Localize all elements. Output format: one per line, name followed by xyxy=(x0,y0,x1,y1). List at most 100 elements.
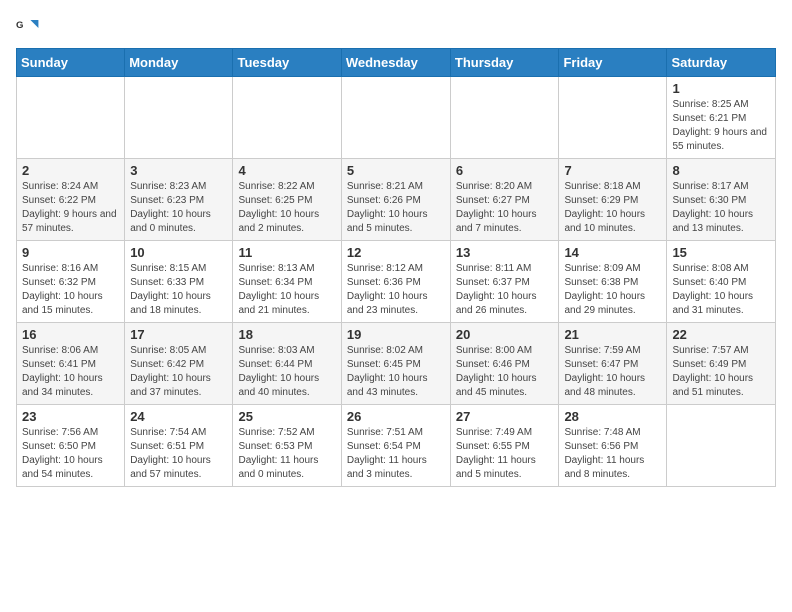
day-number: 20 xyxy=(456,327,554,342)
day-cell xyxy=(17,77,125,159)
day-cell: 1 Sunrise: 8:25 AM Sunset: 6:21 PM Daylig… xyxy=(667,77,776,159)
day-cell: 19 Sunrise: 8:02 AM Sunset: 6:45 PM Dayli… xyxy=(341,323,450,405)
day-number: 12 xyxy=(347,245,445,260)
day-cell: 26 Sunrise: 7:51 AM Sunset: 6:54 PM Dayli… xyxy=(341,405,450,487)
day-number: 8 xyxy=(672,163,770,178)
day-info: Sunrise: 7:51 AM Sunset: 6:54 PM Dayligh… xyxy=(347,426,445,482)
day-number: 11 xyxy=(238,245,335,260)
day-info: Sunrise: 8:06 AM Sunset: 6:41 PM Dayligh… xyxy=(22,344,119,400)
weekday-header-row: SundayMondayTuesdayWednesdayThursdayFrid… xyxy=(17,49,776,77)
weekday-header-wednesday: Wednesday xyxy=(341,49,450,77)
day-cell: 6 Sunrise: 8:20 AM Sunset: 6:27 PM Daylig… xyxy=(450,159,559,241)
day-number: 23 xyxy=(22,409,119,424)
logo: G xyxy=(16,16,44,40)
day-cell: 12 Sunrise: 8:12 AM Sunset: 6:36 PM Dayli… xyxy=(341,241,450,323)
day-cell: 21 Sunrise: 7:59 AM Sunset: 6:47 PM Dayli… xyxy=(559,323,667,405)
day-info: Sunrise: 7:48 AM Sunset: 6:56 PM Dayligh… xyxy=(564,426,661,482)
day-cell xyxy=(125,77,233,159)
day-number: 17 xyxy=(130,327,227,342)
day-cell: 9Sunrise: 8:16 AM Sunset: 6:32 PM Daylig… xyxy=(17,241,125,323)
day-info: Sunrise: 7:57 AM Sunset: 6:49 PM Dayligh… xyxy=(672,344,770,400)
day-number: 27 xyxy=(456,409,554,424)
week-row-5: 23 Sunrise: 7:56 AM Sunset: 6:50 PM Dayli… xyxy=(17,405,776,487)
day-info: Sunrise: 8:18 AM Sunset: 6:29 PM Dayligh… xyxy=(564,180,661,236)
day-cell: 16 Sunrise: 8:06 AM Sunset: 6:41 PM Dayli… xyxy=(17,323,125,405)
logo-icon: G xyxy=(16,16,40,40)
day-cell: 3 Sunrise: 8:23 AM Sunset: 6:23 PM Daylig… xyxy=(125,159,233,241)
day-number: 26 xyxy=(347,409,445,424)
week-row-4: 16 Sunrise: 8:06 AM Sunset: 6:41 PM Dayli… xyxy=(17,323,776,405)
day-cell: 4 Sunrise: 8:22 AM Sunset: 6:25 PM Daylig… xyxy=(233,159,341,241)
day-cell: 23 Sunrise: 7:56 AM Sunset: 6:50 PM Dayli… xyxy=(17,405,125,487)
day-info: Sunrise: 8:09 AM Sunset: 6:38 PM Dayligh… xyxy=(564,262,661,318)
day-number: 21 xyxy=(564,327,661,342)
header: G xyxy=(16,16,776,40)
day-info: Sunrise: 8:24 AM Sunset: 6:22 PM Dayligh… xyxy=(22,180,119,236)
day-cell xyxy=(559,77,667,159)
weekday-header-saturday: Saturday xyxy=(667,49,776,77)
day-cell: 27 Sunrise: 7:49 AM Sunset: 6:55 PM Dayli… xyxy=(450,405,559,487)
day-info: Sunrise: 8:11 AM Sunset: 6:37 PM Dayligh… xyxy=(456,262,554,318)
day-info: Sunrise: 7:56 AM Sunset: 6:50 PM Dayligh… xyxy=(22,426,119,482)
day-cell: 28 Sunrise: 7:48 AM Sunset: 6:56 PM Dayli… xyxy=(559,405,667,487)
weekday-header-friday: Friday xyxy=(559,49,667,77)
day-number: 10 xyxy=(130,245,227,260)
day-cell: 7 Sunrise: 8:18 AM Sunset: 6:29 PM Daylig… xyxy=(559,159,667,241)
day-number: 6 xyxy=(456,163,554,178)
day-cell: 17 Sunrise: 8:05 AM Sunset: 6:42 PM Dayli… xyxy=(125,323,233,405)
day-info: Sunrise: 7:59 AM Sunset: 6:47 PM Dayligh… xyxy=(564,344,661,400)
day-info: Sunrise: 8:25 AM Sunset: 6:21 PM Dayligh… xyxy=(672,98,770,154)
day-info: Sunrise: 8:15 AM Sunset: 6:33 PM Dayligh… xyxy=(130,262,227,318)
day-info: Sunrise: 8:20 AM Sunset: 6:27 PM Dayligh… xyxy=(456,180,554,236)
day-number: 1 xyxy=(672,81,770,96)
day-number: 19 xyxy=(347,327,445,342)
day-info: Sunrise: 8:08 AM Sunset: 6:40 PM Dayligh… xyxy=(672,262,770,318)
day-info: Sunrise: 8:03 AM Sunset: 6:44 PM Dayligh… xyxy=(238,344,335,400)
day-number: 7 xyxy=(564,163,661,178)
day-number: 24 xyxy=(130,409,227,424)
day-number: 4 xyxy=(238,163,335,178)
day-number: 2 xyxy=(22,163,119,178)
day-cell: 11Sunrise: 8:13 AM Sunset: 6:34 PM Dayli… xyxy=(233,241,341,323)
day-number: 5 xyxy=(347,163,445,178)
weekday-header-monday: Monday xyxy=(125,49,233,77)
day-info: Sunrise: 8:22 AM Sunset: 6:25 PM Dayligh… xyxy=(238,180,335,236)
calendar: SundayMondayTuesdayWednesdayThursdayFrid… xyxy=(16,48,776,487)
day-cell: 14 Sunrise: 8:09 AM Sunset: 6:38 PM Dayli… xyxy=(559,241,667,323)
day-cell: 20 Sunrise: 8:00 AM Sunset: 6:46 PM Dayli… xyxy=(450,323,559,405)
day-number: 25 xyxy=(238,409,335,424)
day-info: Sunrise: 8:21 AM Sunset: 6:26 PM Dayligh… xyxy=(347,180,445,236)
day-info: Sunrise: 8:12 AM Sunset: 6:36 PM Dayligh… xyxy=(347,262,445,318)
day-cell: 22 Sunrise: 7:57 AM Sunset: 6:49 PM Dayli… xyxy=(667,323,776,405)
day-cell xyxy=(233,77,341,159)
day-info: Sunrise: 7:49 AM Sunset: 6:55 PM Dayligh… xyxy=(456,426,554,482)
day-number: 9 xyxy=(22,245,119,260)
day-number: 16 xyxy=(22,327,119,342)
day-number: 18 xyxy=(238,327,335,342)
day-number: 3 xyxy=(130,163,227,178)
weekday-header-thursday: Thursday xyxy=(450,49,559,77)
day-info: Sunrise: 8:02 AM Sunset: 6:45 PM Dayligh… xyxy=(347,344,445,400)
day-cell xyxy=(450,77,559,159)
day-info: Sunrise: 8:05 AM Sunset: 6:42 PM Dayligh… xyxy=(130,344,227,400)
day-number: 14 xyxy=(564,245,661,260)
day-info: Sunrise: 8:23 AM Sunset: 6:23 PM Dayligh… xyxy=(130,180,227,236)
week-row-1: 1 Sunrise: 8:25 AM Sunset: 6:21 PM Daylig… xyxy=(17,77,776,159)
day-info: Sunrise: 8:00 AM Sunset: 6:46 PM Dayligh… xyxy=(456,344,554,400)
day-number: 28 xyxy=(564,409,661,424)
day-number: 15 xyxy=(672,245,770,260)
day-cell: 2 Sunrise: 8:24 AM Sunset: 6:22 PM Daylig… xyxy=(17,159,125,241)
day-cell: 8Sunrise: 8:17 AM Sunset: 6:30 PM Daylig… xyxy=(667,159,776,241)
svg-text:G: G xyxy=(16,20,23,31)
week-row-3: 9Sunrise: 8:16 AM Sunset: 6:32 PM Daylig… xyxy=(17,241,776,323)
weekday-header-sunday: Sunday xyxy=(17,49,125,77)
day-cell: 5 Sunrise: 8:21 AM Sunset: 6:26 PM Daylig… xyxy=(341,159,450,241)
day-info: Sunrise: 7:52 AM Sunset: 6:53 PM Dayligh… xyxy=(238,426,335,482)
day-cell: 10 Sunrise: 8:15 AM Sunset: 6:33 PM Dayli… xyxy=(125,241,233,323)
day-cell: 25 Sunrise: 7:52 AM Sunset: 6:53 PM Dayli… xyxy=(233,405,341,487)
weekday-header-tuesday: Tuesday xyxy=(233,49,341,77)
day-number: 22 xyxy=(672,327,770,342)
day-cell: 24Sunrise: 7:54 AM Sunset: 6:51 PM Dayli… xyxy=(125,405,233,487)
day-cell xyxy=(667,405,776,487)
day-cell: 13Sunrise: 8:11 AM Sunset: 6:37 PM Dayli… xyxy=(450,241,559,323)
